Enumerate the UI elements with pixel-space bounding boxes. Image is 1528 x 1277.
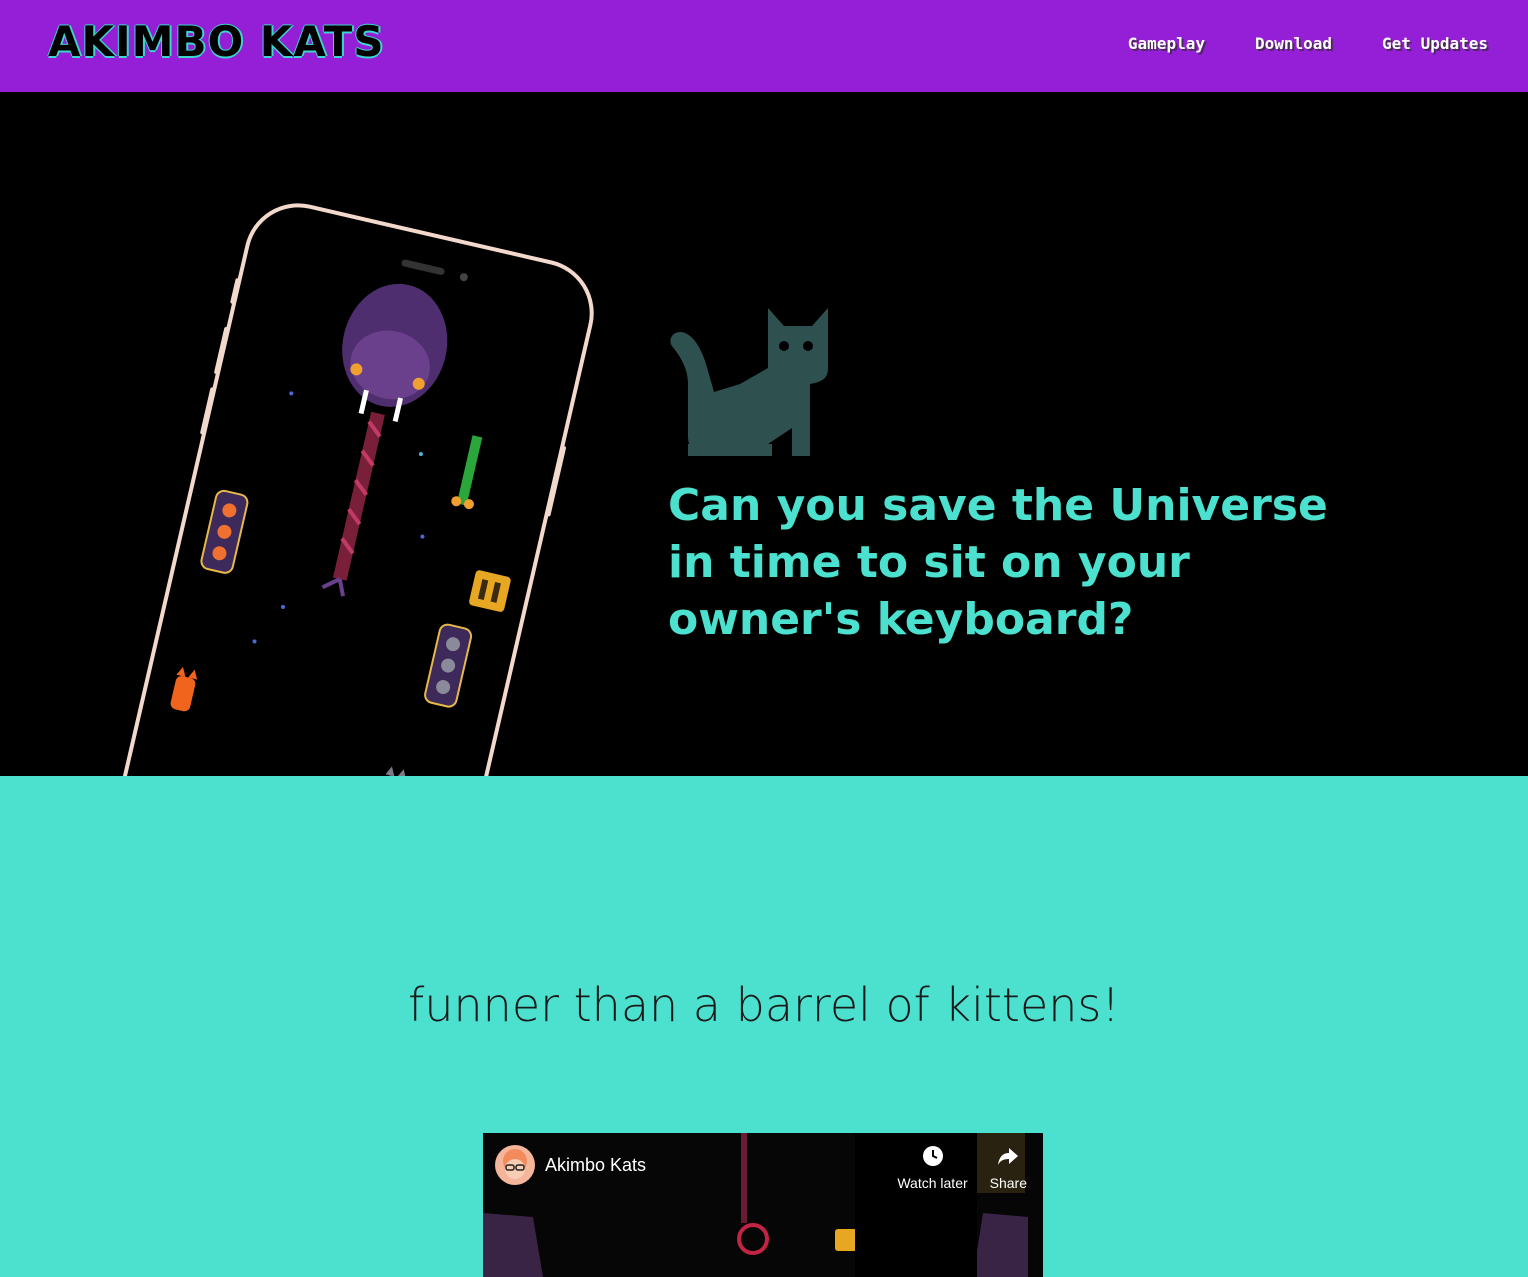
- video-actions: Watch later Share: [897, 1145, 1027, 1192]
- nav-gameplay[interactable]: Gameplay: [1128, 34, 1205, 53]
- channel-avatar[interactable]: [495, 1145, 535, 1185]
- share-button[interactable]: Share: [990, 1145, 1027, 1192]
- clock-icon: [922, 1146, 943, 1166]
- phone-illustration: [93, 203, 594, 776]
- hero-section: Can you save the Universe in time to sit…: [0, 92, 1528, 776]
- main-nav: Gameplay Download Get Updates: [1128, 34, 1488, 53]
- nav-download[interactable]: Download: [1255, 34, 1332, 53]
- tagline: funner than a barrel of kittens!: [408, 978, 1120, 1032]
- site-logo[interactable]: AKIMBO KATS: [48, 18, 385, 66]
- watch-later-label: Watch later: [897, 1175, 968, 1191]
- video-embed[interactable]: Akimbo Kats Watch later Share: [483, 1133, 1043, 1277]
- hero-headline: Can you save the Universe in time to sit…: [668, 480, 1328, 645]
- site-header: AKIMBO KATS Gameplay Download Get Update…: [0, 0, 1528, 92]
- share-label: Share: [989, 1175, 1027, 1191]
- nav-get-updates[interactable]: Get Updates: [1382, 34, 1488, 53]
- phone-gameplay-image: [0, 92, 620, 776]
- watch-later-button[interactable]: Watch later: [897, 1145, 968, 1192]
- cat-icon: [668, 308, 830, 460]
- video-title[interactable]: Akimbo Kats: [545, 1155, 646, 1176]
- share-icon: [998, 1148, 1019, 1165]
